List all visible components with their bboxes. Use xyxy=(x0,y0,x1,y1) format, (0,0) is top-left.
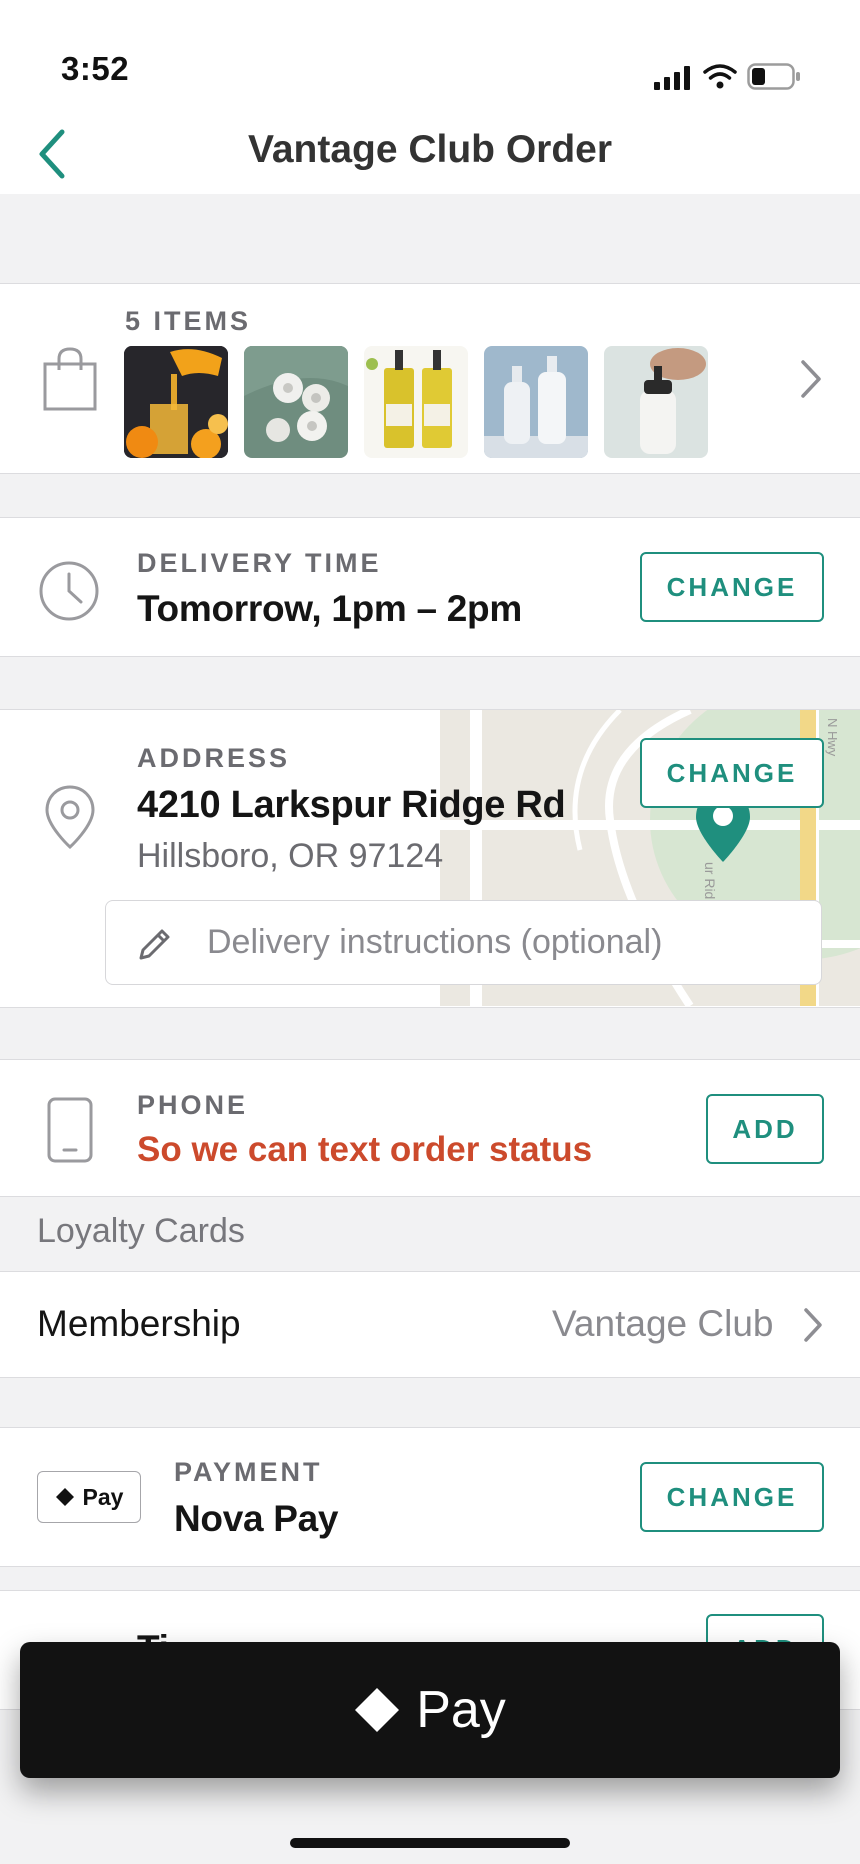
diamond-icon xyxy=(355,1688,400,1732)
change-delivery-button[interactable]: CHANGE xyxy=(640,552,824,622)
nav-bar: Vantage Club Order xyxy=(0,110,860,194)
pay-button-label: Pay xyxy=(416,1681,506,1739)
payment-method-value: Nova Pay xyxy=(174,1498,339,1539)
address-label: ADDRESS xyxy=(137,743,291,773)
clock-icon xyxy=(39,561,99,621)
delivery-time-value: Tomorrow, 1pm – 2pm xyxy=(137,588,522,629)
phone-prompt: So we can text order status xyxy=(137,1130,593,1169)
delivery-label: DELIVERY TIME xyxy=(137,548,382,578)
home-indicator[interactable] xyxy=(290,1838,570,1848)
wifi-icon xyxy=(703,64,737,89)
delivery-instructions-input[interactable]: Delivery instructions (optional) xyxy=(105,900,822,985)
payment-label: PAYMENT xyxy=(174,1457,323,1487)
address-line1: 4210 Larkspur Ridge Rd xyxy=(137,784,566,826)
membership-label: Membership xyxy=(37,1303,241,1344)
shopping-bag-icon xyxy=(43,347,97,411)
items-count: 5 ITEMS xyxy=(125,306,252,336)
product-thumbnail[interactable] xyxy=(124,346,228,458)
pay-button[interactable]: Pay xyxy=(20,1642,840,1778)
location-pin-icon xyxy=(45,785,95,850)
map-highway-label: N Hwy xyxy=(825,718,840,757)
phone-label: PHONE xyxy=(137,1090,249,1120)
membership-value: Vantage Club xyxy=(552,1303,774,1344)
delivery-instructions-placeholder: Delivery instructions (optional) xyxy=(207,923,663,961)
chevron-right-icon xyxy=(804,1308,822,1342)
product-thumbnail[interactable] xyxy=(364,346,468,458)
pencil-icon xyxy=(139,929,170,960)
diamond-icon xyxy=(55,1488,74,1506)
signal-icon xyxy=(654,66,690,90)
address-line2: Hillsboro, OR 97124 xyxy=(137,837,444,875)
chevron-right-icon[interactable] xyxy=(798,358,824,400)
phone-icon xyxy=(47,1097,93,1163)
add-phone-button[interactable]: ADD xyxy=(706,1094,824,1164)
product-thumbnail[interactable] xyxy=(604,346,708,458)
loyalty-cards-header: Loyalty Cards xyxy=(37,1212,245,1250)
status-time: 3:52 xyxy=(61,50,130,87)
product-thumbnail[interactable] xyxy=(244,346,348,458)
change-payment-button[interactable]: CHANGE xyxy=(640,1462,824,1532)
status-bar: 3:52 xyxy=(0,0,860,110)
battery-icon xyxy=(747,63,800,90)
pay-badge: Pay xyxy=(37,1471,141,1523)
pay-badge-label: Pay xyxy=(82,1483,124,1510)
page-title: Vantage Club Order xyxy=(247,128,613,171)
product-thumbnail[interactable] xyxy=(484,346,588,458)
change-address-button[interactable]: CHANGE xyxy=(640,738,824,808)
